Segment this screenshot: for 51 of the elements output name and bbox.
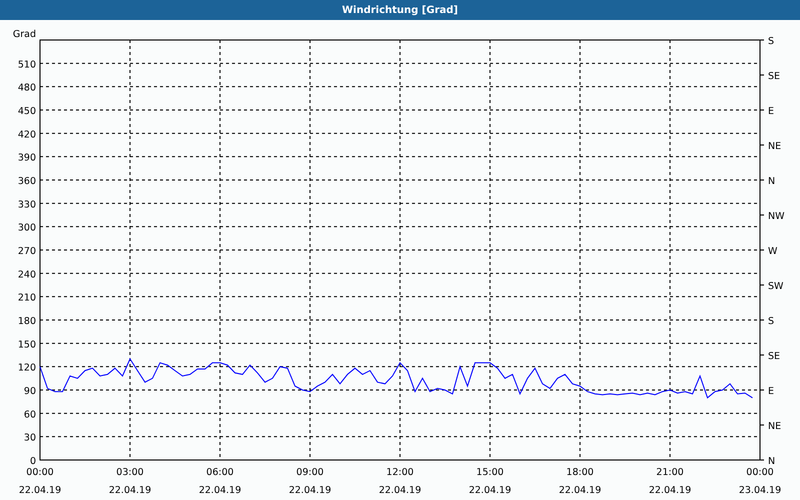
x-axis-date-label: 22.04.19 bbox=[468, 485, 512, 496]
x-axis-time-label: 18:00 bbox=[566, 467, 594, 478]
x-axis-date-label: 22.04.19 bbox=[558, 485, 602, 496]
x-axis-time-label: 00:00 bbox=[26, 467, 54, 478]
compass-label: S bbox=[768, 36, 774, 47]
x-axis-date-label: 22.04.19 bbox=[378, 485, 422, 496]
y-axis-tick-label: 60 bbox=[24, 409, 36, 420]
y-axis-tick-label: 30 bbox=[24, 432, 36, 444]
x-axis-date-label: 23.04.19 bbox=[738, 485, 782, 496]
x-axis-time-label: 21:00 bbox=[656, 467, 684, 478]
y-axis-tick-label: 0 bbox=[30, 456, 36, 467]
x-axis-time-label: 06:00 bbox=[206, 467, 234, 478]
x-axis-time-label: 15:00 bbox=[476, 467, 504, 478]
y-axis-tick-label: 420 bbox=[18, 129, 36, 140]
y-axis-tick-label: 180 bbox=[18, 316, 36, 327]
y-axis-tick-label: 270 bbox=[18, 246, 36, 257]
compass-label: SE bbox=[768, 71, 780, 82]
compass-label: W bbox=[768, 246, 778, 257]
y-axis-tick-label: 330 bbox=[18, 199, 36, 210]
x-axis-date-label: 22.04.19 bbox=[648, 485, 692, 496]
y-axis-tick-label: 210 bbox=[18, 292, 36, 304]
compass-label: SW bbox=[768, 281, 784, 292]
x-axis-date-label: 22.04.19 bbox=[108, 485, 152, 496]
compass-label: E bbox=[768, 106, 774, 117]
compass-label: N bbox=[768, 176, 776, 187]
y-axis-tick-label: 390 bbox=[18, 152, 36, 164]
y-axis-tick-label: 300 bbox=[18, 222, 36, 234]
compass-label: N bbox=[768, 456, 776, 467]
x-axis-time-label: 09:00 bbox=[296, 467, 324, 478]
y-axis-title: Grad bbox=[12, 29, 36, 40]
compass-label: SE bbox=[768, 351, 780, 362]
x-axis-date-label: 22.04.19 bbox=[288, 485, 332, 496]
compass-label: S bbox=[768, 316, 774, 327]
y-axis-tick-label: 90 bbox=[24, 386, 36, 397]
compass-label: NE bbox=[768, 141, 782, 152]
y-axis-tick-label: 150 bbox=[18, 339, 36, 350]
x-axis-time-label: 00:00 bbox=[746, 467, 774, 478]
x-axis-date-label: 22.04.19 bbox=[18, 485, 62, 496]
y-axis-tick-label: 480 bbox=[18, 82, 36, 94]
compass-label: NE bbox=[768, 421, 782, 432]
x-axis-time-label: 03:00 bbox=[116, 467, 144, 478]
y-axis-tick-label: 510 bbox=[18, 59, 36, 70]
x-axis-time-label: 12:00 bbox=[386, 467, 414, 478]
y-axis-tick-label: 360 bbox=[18, 176, 36, 187]
x-axis-date-label: 22.04.19 bbox=[198, 485, 242, 496]
y-axis-tick-label: 240 bbox=[18, 269, 36, 280]
y-axis-tick-label: 120 bbox=[18, 362, 36, 374]
compass-label: E bbox=[768, 386, 774, 397]
window-title: Windrichtung [Grad] bbox=[342, 4, 458, 18]
compass-label: NW bbox=[768, 211, 784, 222]
y-axis-tick-label: 450 bbox=[18, 106, 36, 117]
